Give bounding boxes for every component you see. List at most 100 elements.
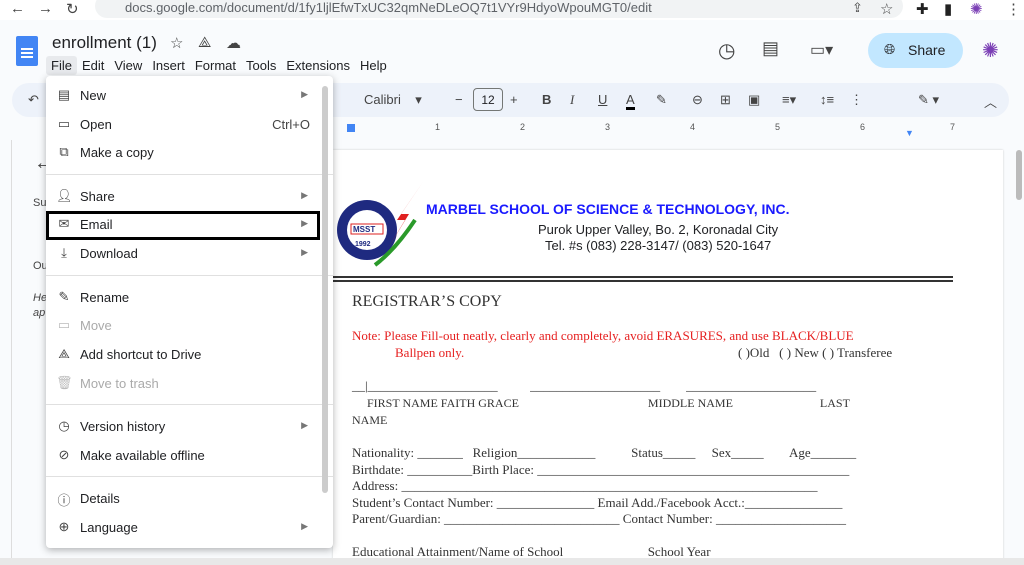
folder-icon: ▭ (57, 116, 71, 131)
document-title[interactable]: enrollment (1) (52, 33, 157, 53)
download-icon: ⤓ (61, 245, 67, 260)
menu-insert[interactable]: Insert (147, 56, 190, 75)
globe-icon: 🌐︎ (884, 41, 896, 57)
extensions-icon[interactable]: ✚ (916, 0, 929, 18)
browser-menu-icon[interactable]: ⋮ (1006, 0, 1021, 18)
account-avatar[interactable]: ✺ (982, 38, 999, 63)
name-labels: FIRST NAME FAITH GRACE MIDDLE NAME LAST (352, 396, 850, 410)
forward-icon[interactable]: → (38, 0, 53, 17)
comments-icon[interactable]: ▤ (762, 38, 779, 59)
menu-item-share[interactable]: 👤︎ Share ▶ (46, 184, 326, 210)
outline-hint: He (33, 292, 48, 304)
image-icon[interactable]: ▣ (748, 92, 760, 108)
menu-tools[interactable]: Tools (241, 56, 281, 75)
align-icon[interactable]: ≡▾ (782, 92, 796, 108)
right-indent-marker[interactable]: ▼ (905, 128, 914, 138)
document-icon: ▤ (57, 87, 71, 102)
menu-item-new[interactable]: ▤ New ▶ (46, 83, 326, 109)
ruler-tick: 5 (775, 122, 781, 132)
increase-font-icon[interactable]: + (510, 92, 518, 107)
school-address: Purok Upper Valley, Bo. 2, Koronadal Cit… (538, 222, 779, 237)
menu-scrollbar[interactable] (322, 86, 328, 493)
font-name: Calibri (364, 92, 401, 107)
ruler-tick: 3 (605, 122, 611, 132)
form-line: Birthdate: __________Birth Place: ______… (352, 462, 850, 477)
menu-item-move: ▭ Move (57, 317, 112, 333)
decrease-font-icon[interactable]: − (455, 92, 463, 107)
horizontal-ruler[interactable]: 1 2 3 4 5 6 7 ▼ (333, 122, 1003, 138)
menu-item-make-offline[interactable]: ⊘ Make available offline (46, 443, 326, 469)
meet-icon[interactable]: ▭▾ (810, 40, 833, 60)
reload-icon[interactable]: ↻ (66, 0, 79, 18)
ruler-tick: 6 (860, 122, 866, 132)
cloud-status-icon[interactable]: ☁ (226, 34, 241, 52)
pencil-icon: ✎ (58, 289, 70, 304)
menu-help[interactable]: Help (355, 56, 392, 75)
person-add-icon: 👤︎ (56, 188, 73, 203)
menu-extensions[interactable]: Extensions (281, 56, 355, 75)
text-color-icon[interactable]: A (626, 92, 635, 110)
highlight-icon[interactable]: ✎ (656, 92, 667, 108)
menu-item-details[interactable]: ⓘ Details (46, 486, 326, 512)
sidepanel-icon[interactable]: ▮ (944, 0, 952, 18)
registrar-heading: REGISTRAR’S COPY (352, 293, 502, 310)
submenu-arrow-icon: ▶ (301, 521, 308, 531)
menu-divider (46, 275, 333, 276)
form-line: Nationality: _______ Religion___________… (352, 445, 857, 460)
undo-icon[interactable]: ↶ (28, 92, 39, 108)
menu-item-move-to-trash: 🗑︎ Move to trash (56, 375, 159, 391)
bookmark-star-icon[interactable]: ☆ (880, 0, 893, 18)
menu-edit[interactable]: Edit (77, 56, 109, 75)
indent-marker[interactable] (347, 124, 355, 132)
name-lines: __|____________________ ________________… (352, 378, 817, 393)
menu-item-version-history[interactable]: ◷ Version history ▶ (46, 414, 326, 440)
more-icon[interactable]: ⋮ (850, 92, 863, 108)
docs-logo-icon[interactable] (16, 36, 38, 66)
line-spacing-icon[interactable]: ↕≡ (820, 92, 834, 107)
form-line: Address: _______________________________… (352, 478, 818, 493)
page-scrollbar[interactable] (1016, 150, 1022, 200)
add-comment-icon[interactable]: ⊞ (720, 92, 731, 108)
share-label: Share (908, 42, 946, 58)
menu-item-language[interactable]: ⊕ Language ▶ (46, 515, 326, 541)
menu-item-download[interactable]: ⤓ Download ▶ (46, 241, 326, 267)
font-size-input[interactable]: 12 (473, 88, 503, 111)
menu-item-open[interactable]: ▭ Open Ctrl+O (46, 112, 326, 138)
menu-item-add-shortcut[interactable]: ⟁ Add shortcut to Drive (46, 342, 326, 368)
menu-divider (46, 404, 333, 405)
collapse-toolbar-icon[interactable]: ︿ (984, 92, 997, 111)
status-options: ( )Old ( ) New ( ) Transferee (738, 345, 893, 360)
submenu-arrow-icon: ▶ (301, 247, 308, 257)
submenu-arrow-icon: ▶ (301, 190, 308, 200)
move-to-drive-icon[interactable]: ⟁ (198, 34, 211, 51)
profile-icon[interactable]: ✺ (970, 0, 983, 18)
menu-item-make-a-copy[interactable]: ⧉ Make a copy (46, 140, 326, 166)
star-icon[interactable]: ☆ (170, 34, 183, 52)
horizontal-scrollbar[interactable] (0, 558, 1024, 565)
share-button[interactable]: 🌐︎ Share (868, 33, 963, 68)
ruler-tick: 1 (435, 122, 441, 132)
menu-format[interactable]: Format (190, 56, 241, 75)
italic-icon[interactable]: I (570, 92, 574, 108)
menu-item-rename[interactable]: ✎ Rename (46, 285, 326, 311)
bold-icon[interactable]: B (542, 92, 551, 107)
copy-icon: ⧉ (59, 144, 69, 159)
school-tel: Tel. #s (083) 228-3147/ (083) 520-1647 (545, 238, 772, 253)
form-line: Student’s Contact Number: ______________… (352, 495, 843, 510)
font-select[interactable]: Calibri ▾ (364, 92, 422, 108)
shortcut-label: Ctrl+O (272, 117, 310, 132)
underline-icon[interactable]: U (598, 92, 607, 107)
email-highlight-box (46, 211, 320, 240)
header-rule (333, 276, 953, 278)
document-page[interactable]: MSST 1992 MARBEL SCHOOL OF SCIENCE & TEC… (333, 150, 1003, 565)
editing-mode-icon[interactable]: ✎ ▾ (918, 92, 939, 108)
menu-file[interactable]: File (46, 56, 77, 75)
school-logo: MSST 1992 (337, 182, 423, 267)
version-history-icon[interactable]: ◷ (718, 38, 735, 63)
back-icon[interactable]: ← (10, 0, 25, 17)
share-page-icon[interactable]: ⇪ (852, 0, 863, 16)
address-bar[interactable]: docs.google.com/document/d/1fy1ljlEfwTxU… (95, 0, 903, 18)
link-icon[interactable]: ⊖ (692, 92, 703, 108)
note-text: Ballpen only. (395, 345, 465, 360)
menu-view[interactable]: View (109, 56, 147, 75)
